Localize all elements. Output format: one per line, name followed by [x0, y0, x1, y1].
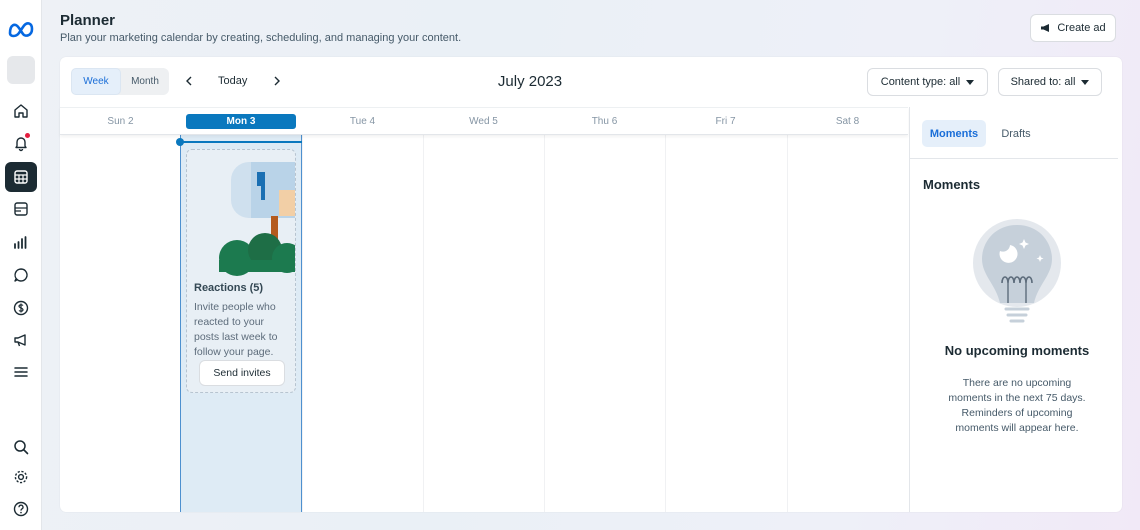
send-invites-button[interactable]: Send invites [199, 360, 285, 386]
notification-badge [25, 133, 30, 138]
tab-drafts[interactable]: Drafts [996, 120, 1036, 147]
empty-state-text: There are no upcoming moments in the nex… [948, 377, 1086, 434]
moments-panel: Moments Drafts Moments No upcoming momen… [909, 107, 1122, 512]
today-button[interactable]: Today [218, 75, 247, 87]
next-week-button[interactable] [270, 74, 284, 88]
lightbulb-illustration [973, 219, 1061, 323]
nav-settings-button[interactable] [5, 462, 37, 492]
nav-help-button[interactable] [5, 494, 37, 524]
day-header-wed: Wed 5 [469, 116, 498, 127]
nav-menu-button[interactable] [5, 357, 37, 387]
day-header-sun: Sun 2 [107, 116, 134, 127]
column-divider [544, 135, 545, 512]
empty-state-title: No upcoming moments [944, 343, 1090, 358]
search-icon [14, 440, 29, 455]
page-subtitle: Plan your marketing calendar by creating… [60, 32, 462, 44]
nav-ads-button[interactable] [5, 325, 37, 355]
chevron-left-icon [186, 76, 192, 86]
page-title: Planner [60, 12, 116, 29]
megaphone-icon [14, 334, 26, 347]
moment-card-reactions[interactable]: Reactions (5) Invite people who reacted … [186, 149, 296, 393]
day-header-fri: Fri 7 [715, 116, 736, 127]
nav-home-button[interactable] [5, 96, 37, 126]
moment-card-body: Invite people who reacted to your posts … [194, 301, 278, 358]
shared-to-dropdown[interactable]: Shared to: all [998, 68, 1102, 96]
column-divider [423, 135, 424, 512]
nav-planner-button[interactable] [5, 162, 37, 192]
caret-down-icon [966, 79, 975, 85]
inbox-icon [14, 268, 28, 282]
panel-divider [910, 158, 1118, 159]
nav-inbox-button[interactable] [5, 260, 37, 290]
menu-icon [14, 367, 28, 377]
day-header-tue: Tue 4 [349, 116, 376, 127]
content-icon [14, 202, 28, 216]
nav-content-button[interactable] [5, 194, 37, 224]
view-toggle: Week Month [71, 68, 169, 95]
nav-monetization-button[interactable] [5, 293, 37, 323]
meta-logo-icon[interactable] [7, 16, 35, 40]
left-nav-rail [0, 0, 42, 530]
month-title: July 2023 [497, 73, 563, 90]
megaphone-icon [1041, 24, 1050, 32]
planner-icon [14, 170, 28, 184]
moments-heading: Moments [923, 177, 981, 192]
week-view-button[interactable]: Week [71, 68, 121, 95]
mailbox-illustration [187, 150, 295, 278]
nav-notifications-button[interactable] [5, 128, 37, 158]
chevron-right-icon [274, 76, 280, 86]
caret-down-icon [1081, 79, 1090, 85]
shared-to-label: Shared to: all [1010, 76, 1076, 88]
insights-icon [14, 236, 27, 249]
monetization-icon [13, 300, 29, 316]
moment-card-title: Reactions (5) [194, 282, 264, 294]
content-type-label: Content type: all [880, 76, 961, 88]
content-type-dropdown[interactable]: Content type: all [867, 68, 988, 96]
planner-card: Week Month Today July 2023 Content type:… [60, 57, 1122, 512]
day-header-sat: Sat 8 [835, 116, 860, 127]
nav-search-button[interactable] [5, 432, 37, 462]
home-icon [14, 104, 28, 118]
gear-icon [14, 470, 28, 484]
column-divider [787, 135, 788, 512]
month-view-button[interactable]: Month [121, 68, 169, 95]
create-ad-button[interactable]: Create ad [1030, 14, 1116, 42]
day-header-row: Sun 2 Mon 3 Tue 4 Wed 5 Thu 6 Fri 7 Sat … [60, 107, 908, 135]
nav-insights-button[interactable] [5, 227, 37, 257]
help-icon [13, 501, 29, 517]
tab-moments[interactable]: Moments [922, 120, 986, 147]
day-header-mon-today: Mon 3 [186, 114, 296, 129]
current-time-line [180, 141, 302, 143]
create-ad-label: Create ad [1057, 22, 1106, 34]
page-avatar[interactable] [7, 56, 35, 84]
week-calendar: Sun 2 Mon 3 Tue 4 Wed 5 Thu 6 Fri 7 Sat … [60, 107, 908, 512]
column-divider [302, 135, 303, 512]
day-header-thu: Thu 6 [591, 116, 618, 127]
column-divider [665, 135, 666, 512]
current-time-dot [176, 138, 184, 146]
previous-week-button[interactable] [182, 74, 196, 88]
